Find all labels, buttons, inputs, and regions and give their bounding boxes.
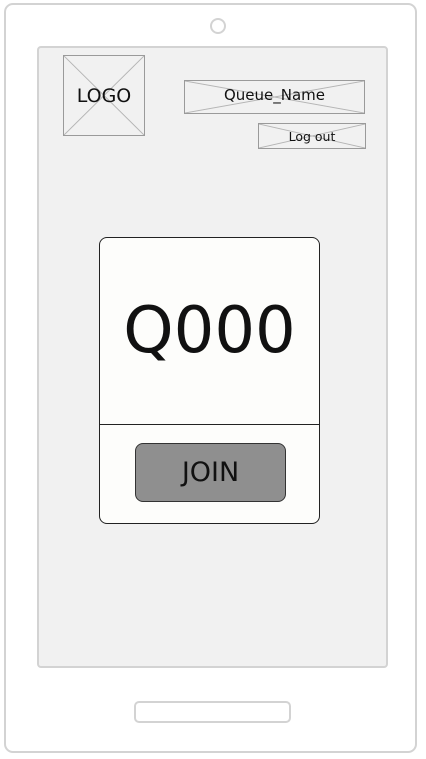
queue-name-placeholder: Queue_Name	[184, 80, 365, 114]
logo-placeholder: LOGO	[63, 55, 145, 136]
logout-button[interactable]: Log out	[258, 123, 366, 149]
logo-label: LOGO	[76, 84, 132, 107]
queue-number-panel: Q000	[100, 238, 319, 425]
logout-label: Log out	[288, 128, 336, 144]
home-button[interactable]	[134, 701, 291, 723]
camera-icon	[210, 18, 226, 34]
queue-name-label: Queue_Name	[223, 86, 326, 104]
queue-number: Q000	[123, 294, 296, 368]
join-button[interactable]: JOIN	[135, 443, 286, 502]
queue-card: Q000 JOIN	[99, 237, 320, 524]
